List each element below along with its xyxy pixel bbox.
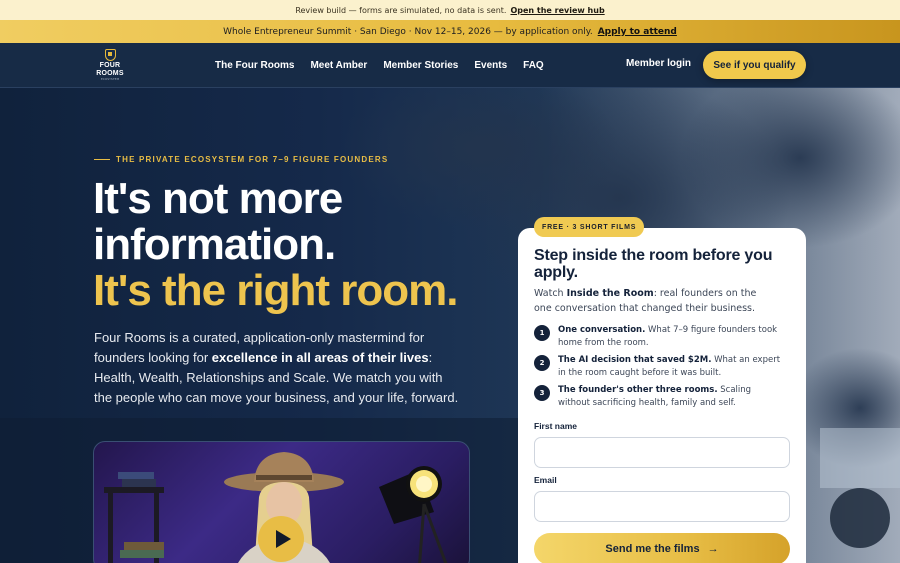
hero-eyebrow: THE PRIVATE ECOSYSTEM FOR 7–9 FIGURE FOU… bbox=[94, 155, 388, 164]
logo-line1: FOUR bbox=[99, 62, 121, 69]
nav-link-faq[interactable]: FAQ bbox=[523, 60, 544, 71]
site-header: FOUR ROOMS ECOSYSTEM The Four Rooms Meet… bbox=[0, 43, 900, 88]
logo-shield-icon bbox=[104, 49, 116, 61]
email-field[interactable] bbox=[534, 491, 790, 522]
step-number-badge: 3 bbox=[534, 385, 550, 401]
hero-section: THE PRIVATE ECOSYSTEM FOR 7–9 FIGURE FOU… bbox=[0, 88, 900, 563]
film-item: 1 One conversation. What 7–9 figure foun… bbox=[534, 324, 784, 354]
headline-line2: information. bbox=[93, 220, 336, 269]
nav-link-events[interactable]: Events bbox=[474, 60, 507, 71]
step-number-badge: 1 bbox=[534, 325, 550, 341]
arrow-right-icon: → bbox=[707, 543, 719, 555]
nav-link-four-rooms[interactable]: The Four Rooms bbox=[215, 60, 294, 71]
see-if-you-qualify-button[interactable]: See if you qualify bbox=[703, 51, 806, 79]
logo-line2: ROOMS bbox=[96, 70, 124, 77]
film-item: 3 The founder's other three rooms. Scali… bbox=[534, 384, 784, 414]
card-sub-bold: Inside the Room bbox=[566, 288, 654, 299]
apply-to-attend-link[interactable]: Apply to attend bbox=[598, 27, 677, 37]
free-films-badge: FREE · 3 SHORT FILMS bbox=[534, 217, 645, 237]
step-title: One conversation. bbox=[558, 325, 646, 335]
step-number-badge: 2 bbox=[534, 355, 550, 371]
film-list: 1 One conversation. What 7–9 figure foun… bbox=[534, 324, 784, 414]
eyebrow-rule bbox=[94, 159, 110, 160]
nav-link-meet-amber[interactable]: Meet Amber bbox=[310, 60, 367, 71]
main-nav: The Four Rooms Meet Amber Member Stories… bbox=[215, 43, 544, 87]
headline-line3: It's the right room. bbox=[93, 266, 458, 315]
summit-text: Whole Entrepreneur Summit · San Diego · … bbox=[223, 26, 593, 37]
first-name-label: First name bbox=[534, 421, 577, 431]
review-text: Review build — forms are simulated, no d… bbox=[295, 5, 507, 15]
hero-headline: It's not more information. It's the righ… bbox=[93, 174, 458, 315]
send-films-label: Send me the films bbox=[605, 543, 700, 555]
play-icon[interactable] bbox=[258, 516, 304, 562]
step-title: The AI decision that saved $2M. bbox=[558, 355, 712, 365]
step-title: The founder's other three rooms. bbox=[558, 385, 718, 395]
member-login-link[interactable]: Member login bbox=[626, 58, 691, 69]
hero-lead: Four Rooms is a curated, application-onl… bbox=[94, 328, 459, 408]
nav-link-member-stories[interactable]: Member Stories bbox=[383, 60, 458, 71]
review-hub-link[interactable]: Open the review hub bbox=[510, 6, 604, 15]
card-title: Step inside the room before you apply. bbox=[534, 247, 773, 281]
logo-sub: ECOSYSTEM bbox=[100, 77, 120, 81]
email-label: Email bbox=[534, 475, 557, 485]
summit-banner: Whole Entrepreneur Summit · San Diego · … bbox=[0, 20, 900, 43]
intro-video[interactable] bbox=[93, 441, 470, 563]
films-signup-card: Step inside the room before you apply. W… bbox=[518, 228, 806, 563]
first-name-field[interactable] bbox=[534, 437, 790, 468]
film-item: 2 The AI decision that saved $2M. What a… bbox=[534, 354, 784, 384]
send-films-button[interactable]: Send me the films → bbox=[534, 533, 790, 563]
card-subtitle: Watch Inside the Room: real founders on … bbox=[534, 286, 774, 316]
headline-line1: It's not more bbox=[93, 174, 343, 223]
eyebrow-text: THE PRIVATE ECOSYSTEM FOR 7–9 FIGURE FOU… bbox=[116, 155, 389, 164]
review-banner: Review build — forms are simulated, no d… bbox=[0, 0, 900, 20]
four-rooms-logo[interactable]: FOUR ROOMS ECOSYSTEM bbox=[93, 49, 127, 81]
card-sub-part1: Watch bbox=[534, 288, 567, 299]
lead-bold: excellence in all areas of their lives bbox=[211, 350, 429, 365]
